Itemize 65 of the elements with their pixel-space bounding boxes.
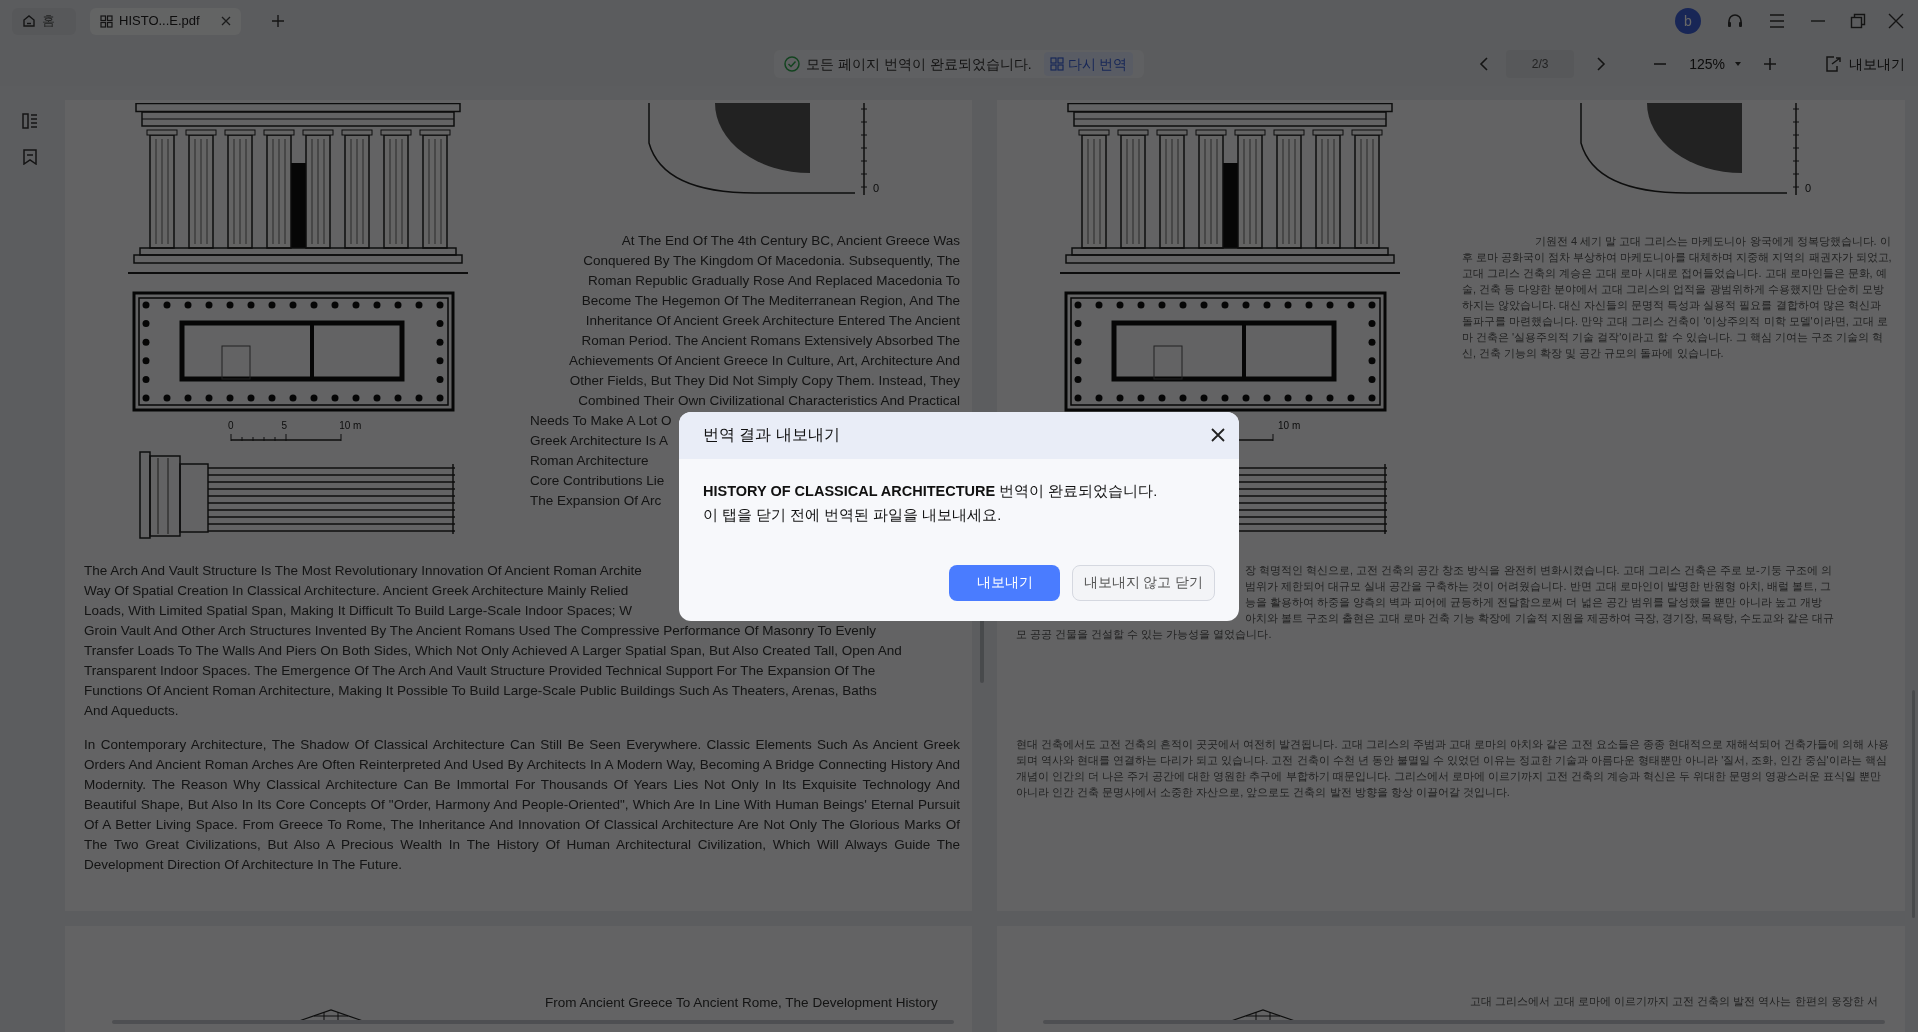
export-button[interactable]: 내보내기 bbox=[949, 564, 1060, 601]
text-line: The Arch And Vault Structure Is The Most Revolutionary Innovation Of Ancient Roman Archite bbox=[84, 562, 643, 580]
tab[interactable]: HISTO...E.pdf bbox=[90, 7, 241, 35]
text-line: 모 공공 건물을 건설할 수 있는 가능성을 열었습니다. bbox=[1016, 627, 1273, 642]
add-tab-icon[interactable] bbox=[271, 14, 285, 28]
zoom-dropdown[interactable]: 125% bbox=[1689, 53, 1741, 75]
dialog-message: HISTORY OF CLASSICAL ARCHITECTURE 번역이 완료되었습니다. bbox=[703, 481, 1159, 501]
thumbnails-icon[interactable] bbox=[22, 113, 38, 129]
text-line: 고대 그리스에서 고대 로마에 이르기까지 고전 건축의 발전 역사는 한편의 웅장한 서 bbox=[1470, 994, 1878, 1009]
text-line: 아치와 볼트 구조의 출현은 고대 로마 건축 기능 확장에 기술적 지원을 제공하여 극장, 경기장, 목욕탕, 수도교와 같은 대규 bbox=[1245, 611, 1836, 626]
text-line: The Expansion Of Arc bbox=[530, 492, 662, 510]
text-line: Roman Period. The Ancient Romans Extensively Absorbed The bbox=[580, 332, 960, 350]
headset-icon[interactable] bbox=[1726, 13, 1744, 29]
text-line: From Ancient Greece To Ancient Rome, The Development History bbox=[545, 994, 938, 1012]
chevron-left-icon[interactable] bbox=[1478, 57, 1491, 71]
text-line: Combined Their Own Civilizational Characteristics And Practical bbox=[577, 392, 960, 410]
dialog-title: 번역 결과 내보내기 bbox=[703, 425, 840, 446]
text-line: Way Of Spatial Creation In Classical Architecture. Ancient Greek Architecture Mainly Relied bbox=[84, 582, 630, 600]
text-line: Loads, With Limited Spatial Span, Making It Difficult To Build Large-Scale Indoor Spaces; W bbox=[84, 602, 634, 620]
scale-label: 10 m bbox=[339, 418, 362, 433]
text-line: At The End Of The 4th Century BC, Ancient Greece Was bbox=[620, 232, 960, 250]
avatar[interactable]: b bbox=[1675, 8, 1701, 34]
dialog-message: 이 탭을 닫기 전에 번역된 파일을 내보내세요. bbox=[703, 505, 1003, 525]
text-line: And Aqueducts. bbox=[84, 702, 180, 720]
grid-icon bbox=[1049, 57, 1064, 71]
page-field[interactable]: 2/3 bbox=[1506, 50, 1575, 78]
text-line: Transparent Indoor Spaces. The Emergence Of The Arch And Vault Structure Provided Technical Support For The Expansion Of The bbox=[84, 662, 877, 680]
tab-label: HISTO...E.pdf bbox=[119, 12, 200, 31]
axis-label: 0 bbox=[1805, 180, 1812, 196]
check-circle-icon bbox=[784, 56, 800, 72]
text-line: 장 혁명적인 혁신으로, 고전 건축의 공간 창조 방식을 완전히 변화시켰습니다. 고대 그리스 건축은 주로 보-기둥 구조에 의 bbox=[1245, 563, 1833, 578]
restore-icon[interactable] bbox=[1850, 13, 1866, 29]
text-line: Core Contributions Lie bbox=[530, 472, 665, 490]
paragraph: In Contemporary Architecture, The Shadow Of Classical Architecture Can Still Be Seen Everywhere. Classic Elements Such As Ancient Greek Orders And Ancient Roman Arches Are Often Reinterpreted And Used By Architects In A Modern Way, Becoming A Bridge Connecting History And Modernity. The Reason Why Classical Architecture Can Be Immortal For Thousands Of Years Lies Not Only In Its Exquisite Technology And Beautiful Shape, But Also In Its Core Concepts Of "Order, Harmony And People-Oriented", Which Are In Line With Human Beings' Eternal Pursuit Of A Better Living Space. From Greece To Rome, The Inheritance And Innovation Of Classical Architecture Are Not Only The Glorious Marks Of The Two Great Civilizations, But Also A Precious Wealth In The History Of Human Architectural Civilization, Which Will Always Guide The Development Direction Of Architecture In The Future. bbox=[84, 736, 960, 874]
grid-icon bbox=[100, 14, 113, 28]
text-line: Groin Vault And Other Arch Structures Invented By The Ancient Romans Used The Compressive Performance Of Masonry To Evenly bbox=[84, 622, 878, 640]
scale-label: 0 bbox=[228, 418, 234, 433]
home-icon bbox=[22, 14, 36, 28]
menu-icon[interactable] bbox=[1769, 13, 1785, 29]
text-line: Needs To Make A Lot O bbox=[530, 412, 672, 430]
caret-icon bbox=[1735, 62, 1741, 66]
text-line: Greek Architecture Is A bbox=[530, 432, 669, 450]
chevron-right-icon[interactable] bbox=[1595, 57, 1608, 71]
close-icon[interactable] bbox=[1211, 428, 1225, 442]
text-line: Become The Hegemon Of The Mediterranean Region, And The bbox=[580, 292, 960, 310]
retranslate-button[interactable]: 다시 번역 bbox=[1043, 52, 1134, 76]
text-line: Conquered By The Kingdom Of Macedonia. Subsequently, The bbox=[582, 252, 960, 270]
bookmark-icon[interactable] bbox=[22, 149, 38, 165]
text-line: Roman Architecture bbox=[530, 452, 649, 470]
zoom-in-icon[interactable] bbox=[1763, 57, 1777, 71]
export-button[interactable]: 내보내기 bbox=[1825, 53, 1905, 75]
export-icon bbox=[1825, 56, 1841, 72]
scale-label: 10 m bbox=[1278, 418, 1301, 433]
text-line: Other Fields, But They Did Not Simply Copy Them. Instead, They bbox=[568, 372, 960, 390]
text-line: Functions Of Ancient Roman Architecture, Making It Possible To Build Large-Scale Public Buildings Such As Theaters, Arenas, Baths bbox=[84, 682, 878, 700]
text-line: Roman Republic Gradually Rose And Replaced Macedonia To bbox=[587, 272, 960, 290]
scale-label: 5 bbox=[281, 418, 288, 433]
text-line: Transfer Loads To The Walls And Piers On Both Sides, Which Not Only Achieved A Larger Spatial Span, But Also Created Tall, Open And bbox=[84, 642, 903, 660]
text-line: Achievements Of Ancient Greece In Culture, Art, Architecture And bbox=[568, 352, 960, 370]
text-line: 범위가 제한되어 대규모 실내 공간을 구축하는 것이 어려웠습니다. 반면 고대 로마인이 발명한 반원형 아치, 배럴 볼트, 그 bbox=[1245, 579, 1833, 594]
close-button[interactable]: 내보내지 않고 닫기 bbox=[1072, 564, 1215, 601]
axis-label: 0 bbox=[873, 180, 880, 196]
status-text: 모든 페이지 번역이 완료되었습니다. bbox=[806, 54, 1032, 74]
text-line: Inheritance Of Ancient Greek Architecture Entered The Ancient bbox=[584, 312, 960, 330]
text-line: 능을 활용하여 하중을 양측의 벽과 피어에 균등하게 전달함으로써 더 넓은 공간 범위를 달성했을 뿐만 아니라 높고 개방 bbox=[1245, 595, 1823, 610]
